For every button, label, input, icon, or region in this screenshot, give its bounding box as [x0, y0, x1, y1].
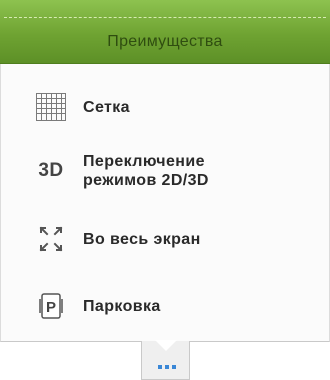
parking-label: Парковка — [83, 297, 161, 315]
parking-icon: P — [31, 290, 71, 322]
fullscreen-icon — [31, 223, 71, 255]
mode-2d3d-label: Переключение режимов 2D/3D — [83, 152, 209, 190]
parking-icon-letter: P — [46, 299, 56, 316]
mode-2d3d-label-line1: Переключение — [83, 153, 205, 170]
fullscreen-label: Во весь экран — [83, 230, 201, 248]
features-list: Сетка 3D Переключение режимов 2D/3D Во в… — [0, 64, 330, 342]
fullscreen-toggle-item[interactable]: Во весь экран — [1, 219, 330, 259]
3d-icon: 3D — [38, 160, 64, 181]
more-dots-icon — [158, 365, 176, 369]
mode-2d3d-label-line2: режимов 2D/3D — [83, 172, 209, 189]
parking-toggle-item[interactable]: P Парковка — [1, 286, 330, 326]
grid-icon — [31, 91, 71, 123]
mode-2d3d-toggle-item[interactable]: 3D Переключение режимов 2D/3D — [1, 146, 330, 196]
grid-label: Сетка — [83, 98, 130, 116]
grid-toggle-item[interactable]: Сетка — [1, 87, 330, 127]
features-panel: Преимущества Сетка 3D Переключение режим… — [0, 0, 330, 342]
panel-header: Преимущества — [0, 0, 330, 64]
panel-title: Преимущества — [107, 33, 223, 50]
tab-notch — [155, 340, 177, 351]
panel-toggle-tab[interactable] — [141, 340, 190, 380]
